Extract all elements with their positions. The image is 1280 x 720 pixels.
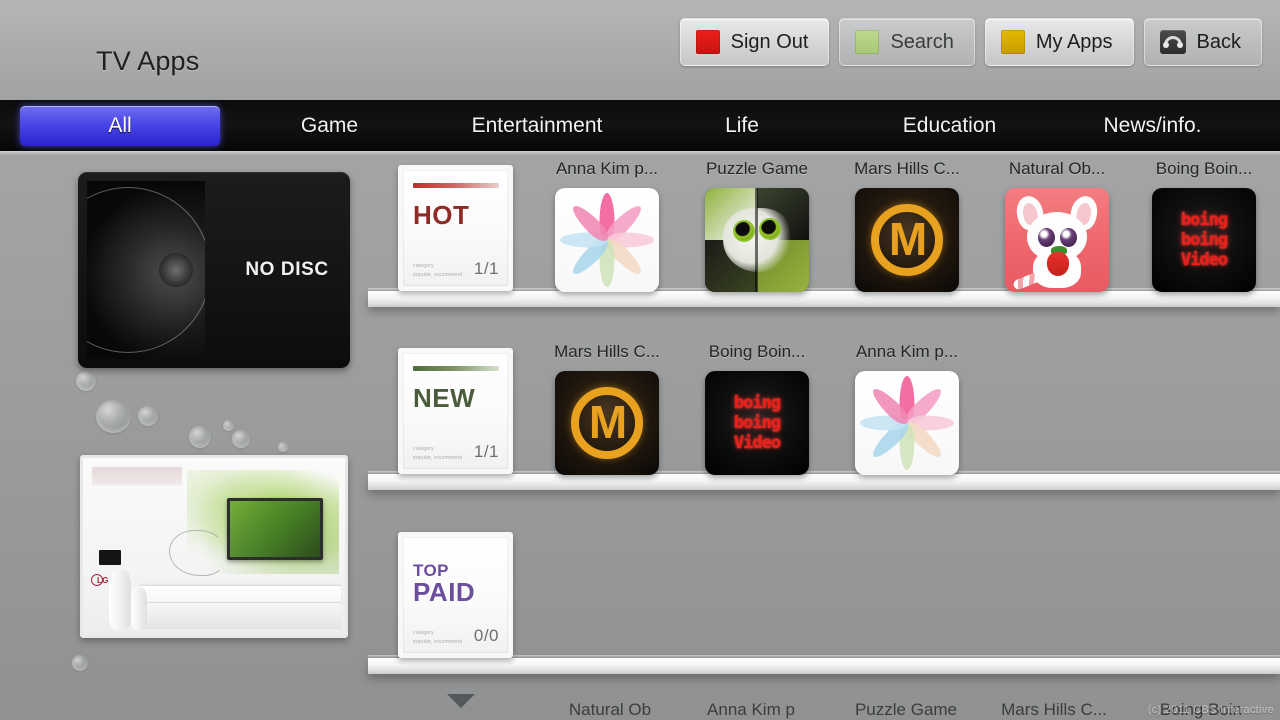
top-paid-subtitle-line1: category	[413, 630, 434, 636]
app-label: Natural Ob	[568, 700, 652, 719]
hot-subtitle-line1: category	[413, 263, 434, 269]
lg-logo-text: LG	[97, 576, 109, 585]
my-apps-button[interactable]: My Apps	[984, 18, 1134, 66]
app-tile-natural-ob[interactable]: Natural Ob...	[1005, 159, 1109, 292]
app-label: Natural Ob...	[1008, 159, 1106, 178]
back-label: Back	[1196, 30, 1241, 53]
boing-boing-video-icon: boing boing Video	[1152, 188, 1256, 292]
promo-image-panel[interactable]: LG	[80, 455, 348, 638]
hot-subtitle-line2: popular, recommend	[413, 271, 463, 278]
tab-news-info[interactable]: News/info.	[1065, 106, 1240, 146]
top-paid-card[interactable]: TOP PAID category popular, recommend 0/0	[398, 532, 513, 658]
tab-all[interactable]: All	[20, 106, 220, 146]
back-arrow-icon	[1159, 30, 1186, 54]
hot-accent-bar	[413, 183, 499, 188]
category-tab-bar: All Game Entertainment Life Education Ne…	[0, 100, 1280, 156]
promo-small-tv	[99, 550, 121, 565]
app-label: Mars Hills C...	[1001, 700, 1107, 719]
yellow-square-icon	[1000, 30, 1025, 54]
mars-hills-m-icon: M	[855, 188, 959, 292]
app-label: Puzzle Game	[705, 159, 809, 178]
mars-hills-m-icon: M	[555, 371, 659, 475]
bubble-decoration	[96, 400, 131, 433]
boing-line-2: boing	[1180, 230, 1228, 251]
app-label: Mars Hills C...	[554, 342, 660, 361]
anna-kim-pinwheel-icon	[855, 371, 959, 475]
promo-cabinet	[139, 585, 341, 629]
top-paid-title: PAID	[413, 577, 476, 607]
app-row-3: TOP PAID category popular, recommend 0/0	[368, 532, 1280, 658]
sign-out-button[interactable]: Sign Out	[679, 18, 830, 66]
boing-line-1: boing	[733, 393, 781, 414]
shelf-row-1	[368, 288, 1280, 307]
new-card[interactable]: NEW category popular, recommend 1/1	[398, 348, 513, 474]
disc-artwork	[87, 181, 205, 359]
app-row-2: NEW category popular, recommend 1/1 Mars…	[368, 342, 1280, 475]
bubble-decoration	[223, 420, 234, 431]
search-button[interactable]: Search	[839, 18, 975, 66]
hot-subtitle: category popular, recommend	[413, 262, 462, 279]
tab-education[interactable]: Education	[862, 106, 1037, 146]
sign-out-label: Sign Out	[730, 30, 809, 53]
copyright-watermark: (c) 2011 CBS Interactive	[1147, 704, 1274, 716]
tab-entertainment[interactable]: Entertainment	[432, 106, 642, 146]
bubble-decoration	[76, 371, 96, 391]
app-label: Anna Kim p...	[855, 342, 959, 361]
new-subtitle: category popular, recommend	[413, 445, 462, 462]
bubble-decoration	[72, 655, 88, 671]
search-label: Search	[890, 30, 954, 53]
new-subtitle-line2: popular, recommend	[413, 454, 463, 461]
boing-line-1: boing	[1180, 210, 1228, 231]
natural-ob-kitty-icon	[1005, 188, 1109, 292]
hot-card[interactable]: HOT category popular, recommend 1/1	[398, 165, 513, 291]
hot-count: 1/1	[473, 259, 499, 278]
red-square-icon	[695, 30, 720, 54]
app-label: Mars Hills C...	[854, 159, 960, 178]
hot-title: HOT	[413, 200, 470, 230]
promo-caption-text	[92, 467, 182, 485]
new-accent-bar	[413, 366, 499, 371]
top-paid-subtitle: category popular, recommend	[413, 629, 462, 646]
shelf-row-2	[368, 471, 1280, 490]
app-label: Anna Kim p	[707, 700, 795, 719]
green-square-icon	[855, 30, 880, 54]
app-label: Puzzle Game	[854, 700, 958, 719]
promo-vase-small	[131, 587, 147, 631]
bubble-decoration	[189, 426, 211, 448]
new-title: NEW	[413, 383, 476, 413]
boing-line-3: Video	[733, 432, 781, 453]
no-disc-panel[interactable]: NO DISC	[78, 172, 350, 368]
tab-game[interactable]: Game	[252, 106, 407, 146]
my-apps-label: My Apps	[1035, 30, 1113, 53]
puzzle-game-icon	[705, 188, 809, 292]
top-paid-count: 0/0	[473, 626, 499, 645]
bubble-decoration	[232, 430, 250, 448]
no-disc-label: NO DISC	[245, 259, 329, 280]
back-button[interactable]: Back	[1143, 18, 1262, 66]
shelf-row-3	[368, 655, 1280, 674]
app-row-1: HOT category popular, recommend 1/1 Anna…	[368, 159, 1280, 292]
promo-vase-large	[109, 569, 131, 631]
header-bar: TV Apps Sign Out Search My Apps Back	[0, 0, 1280, 100]
toolbar: Sign Out Search My Apps Back	[679, 18, 1262, 66]
anna-kim-pinwheel-icon	[555, 188, 659, 292]
boing-boing-video-icon: boing boing Video	[705, 371, 809, 475]
boing-line-2: boing	[733, 413, 781, 434]
app-label: Boing Boin...	[708, 342, 806, 361]
app-tile-puzzle-game[interactable]: Puzzle Game	[705, 159, 809, 292]
tab-life[interactable]: Life	[672, 106, 812, 146]
bubble-decoration	[278, 442, 288, 452]
app-label: Anna Kim p...	[555, 159, 659, 178]
new-count: 1/1	[473, 442, 499, 461]
top-paid-subtitle-line2: popular, recommend	[413, 638, 463, 645]
app-row-4-labels: Natural Ob Anna Kim p Puzzle Game Mars H…	[368, 700, 1280, 720]
bubble-decoration	[138, 406, 158, 426]
boing-line-3: Video	[1180, 249, 1228, 270]
page-title: TV Apps	[96, 46, 200, 76]
new-subtitle-line1: category	[413, 446, 434, 452]
promo-tv-frame	[227, 498, 323, 560]
app-label: Boing Boin...	[1155, 159, 1253, 178]
